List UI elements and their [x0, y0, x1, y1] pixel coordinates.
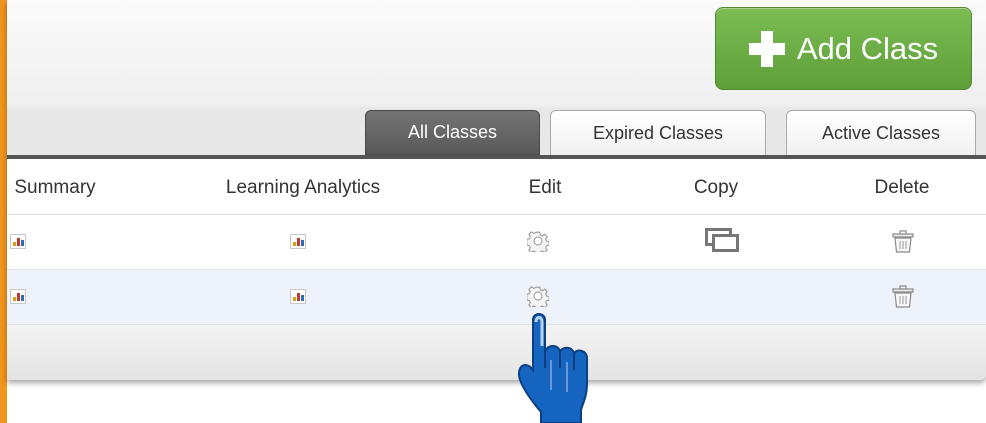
tab-expired-classes[interactable]: Expired Classes: [550, 110, 766, 155]
plus-icon: [748, 30, 785, 67]
gear-icon[interactable]: [527, 230, 549, 252]
left-accent-bar: [0, 0, 7, 423]
learning-analytics-chart-icon[interactable]: [290, 289, 306, 304]
column-edit: Edit: [528, 177, 562, 198]
column-learning-analytics: Learning Analytics: [225, 177, 381, 198]
column-copy: Copy: [693, 177, 739, 198]
pointer-hand-icon: [517, 313, 588, 423]
summary-chart-icon[interactable]: [10, 234, 26, 249]
summary-chart-icon[interactable]: [10, 289, 26, 304]
learning-analytics-chart-icon[interactable]: [290, 234, 306, 249]
trash-icon[interactable]: [892, 230, 914, 253]
trash-icon[interactable]: [892, 285, 914, 308]
tab-underline: [7, 155, 986, 159]
table-row: [7, 215, 986, 270]
column-delete: Delete: [874, 177, 930, 198]
table-header: [7, 160, 986, 215]
classes-panel: Add Class All Classes Expired Classes Ac…: [7, 0, 986, 380]
tab-all-classes[interactable]: All Classes: [365, 110, 540, 155]
panel-footer: [7, 325, 986, 380]
column-summary: Summary: [14, 177, 96, 198]
add-class-button[interactable]: Add Class: [715, 7, 972, 90]
tab-active-classes[interactable]: Active Classes: [786, 110, 976, 155]
table-row: [7, 270, 986, 325]
add-class-label: Add Class: [796, 30, 939, 66]
copy-icon[interactable]: [705, 228, 739, 252]
